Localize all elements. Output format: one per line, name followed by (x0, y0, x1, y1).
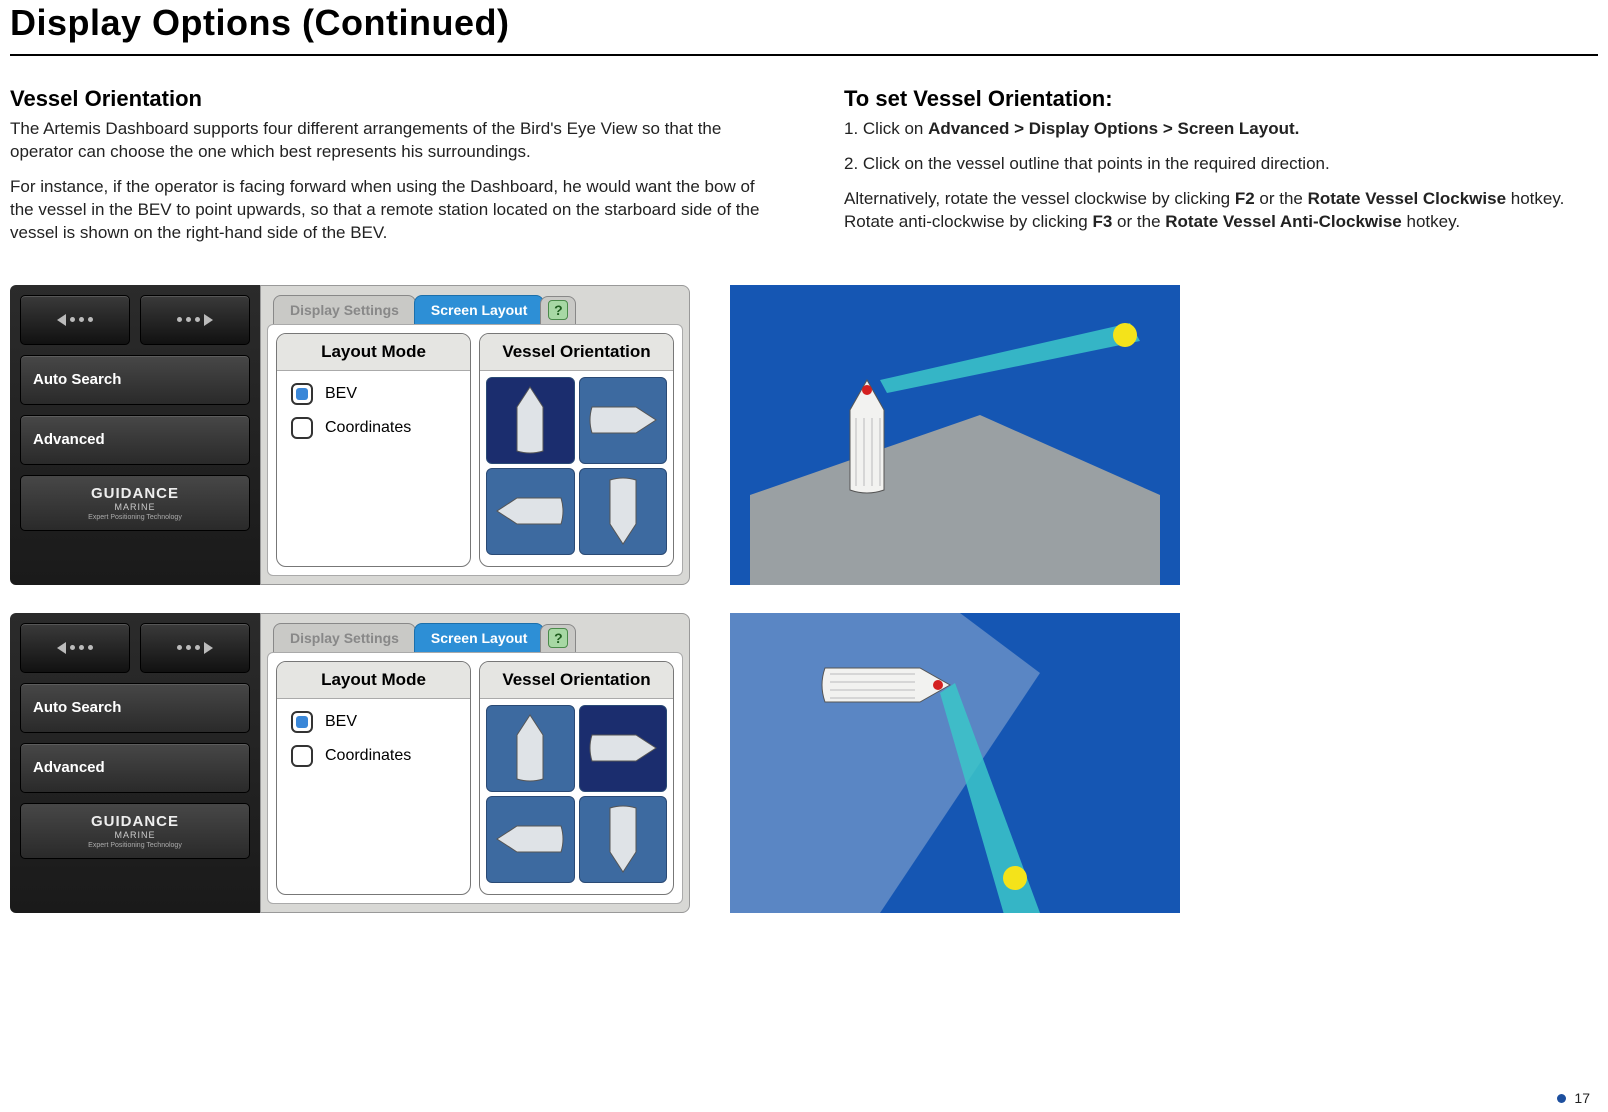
help-button[interactable]: ? (540, 624, 576, 652)
option-bev-label: BEV (325, 385, 357, 403)
hotkey-acw: Rotate Vessel Anti-Clockwise (1165, 212, 1402, 231)
alt-or1: or the (1255, 189, 1308, 208)
radio-unchecked-icon (291, 745, 313, 767)
tab-display-settings[interactable]: Display Settings (273, 295, 416, 324)
chevron-left-icon (57, 642, 66, 654)
option-bev-label: BEV (325, 713, 357, 731)
page-title: Display Options (Continued) (10, 0, 1598, 54)
help-icon: ? (548, 628, 568, 648)
layout-mode-card: Layout Mode BEV Coordinates (276, 661, 471, 895)
orientation-left[interactable] (486, 468, 575, 555)
hotkey-cw: Rotate Vessel Clockwise (1308, 189, 1506, 208)
advanced-button[interactable]: Advanced (20, 415, 250, 465)
page-footer: 17 (1557, 1090, 1590, 1106)
orientation-up[interactable] (486, 377, 575, 464)
next-button[interactable] (140, 295, 250, 345)
logo-tag: Expert Positioning Technology (88, 842, 182, 849)
prev-button[interactable] (20, 623, 130, 673)
guidance-marine-logo[interactable]: GUIDANCE MARINE Expert Positioning Techn… (20, 803, 250, 859)
radio-checked-icon (291, 383, 313, 405)
tab-display-settings[interactable]: Display Settings (273, 623, 416, 652)
advanced-button[interactable]: Advanced (20, 743, 250, 793)
layout-mode-heading: Layout Mode (277, 334, 470, 371)
screenshot-row-1: Auto Search Advanced GUIDANCE MARINE Exp… (10, 285, 1598, 585)
vessel-orientation-heading: Vessel Orientation (480, 334, 673, 371)
orientation-right[interactable] (579, 377, 668, 464)
logo-tag: Expert Positioning Technology (88, 514, 182, 521)
vessel-orientation-card: Vessel Orientation (479, 661, 674, 895)
step1-path: Advanced > Display Options > Screen Layo… (928, 119, 1299, 138)
logo-sub: MARINE (114, 502, 155, 512)
set-orientation-heading: To set Vessel Orientation: (844, 86, 1598, 112)
alternative-text: Alternatively, rotate the vessel clockwi… (844, 188, 1598, 234)
auto-search-button[interactable]: Auto Search (20, 355, 250, 405)
chevron-right-icon (204, 314, 213, 326)
vessel-orientation-heading: Vessel Orientation (480, 662, 673, 699)
page-number: 17 (1574, 1090, 1590, 1106)
key-f3: F3 (1092, 212, 1112, 231)
settings-panel: Display Settings Screen Layout ? Layout … (260, 613, 690, 913)
tab-screen-layout[interactable]: Screen Layout (414, 623, 544, 652)
next-button[interactable] (140, 623, 250, 673)
orientation-down[interactable] (579, 468, 668, 555)
option-coords-label: Coordinates (325, 747, 411, 765)
tab-screen-layout[interactable]: Screen Layout (414, 295, 544, 324)
vessel-orientation-heading: Vessel Orientation (10, 86, 764, 112)
guidance-marine-logo[interactable]: GUIDANCE MARINE Expert Positioning Techn… (20, 475, 250, 531)
key-f2: F2 (1235, 189, 1255, 208)
step1-prefix: 1. Click on (844, 119, 928, 138)
side-panel: Auto Search Advanced GUIDANCE MARINE Exp… (10, 613, 260, 913)
bev-view-up (730, 285, 1180, 585)
option-coordinates[interactable]: Coordinates (291, 745, 456, 767)
screenshot-row-2: Auto Search Advanced GUIDANCE MARINE Exp… (10, 613, 1598, 913)
title-rule (10, 54, 1598, 56)
chevron-left-icon (57, 314, 66, 326)
help-icon: ? (548, 300, 568, 320)
option-coordinates[interactable]: Coordinates (291, 417, 456, 439)
logo-main: GUIDANCE (91, 485, 179, 502)
intro-paragraph-1: The Artemis Dashboard supports four diff… (10, 118, 764, 164)
left-column: Vessel Orientation The Artemis Dashboard… (10, 86, 764, 257)
logo-sub: MARINE (114, 830, 155, 840)
vessel-orientation-card: Vessel Orientation (479, 333, 674, 567)
option-bev[interactable]: BEV (291, 383, 456, 405)
orientation-up[interactable] (486, 705, 575, 792)
option-bev[interactable]: BEV (291, 711, 456, 733)
settings-panel: Display Settings Screen Layout ? Layout … (260, 285, 690, 585)
side-panel: Auto Search Advanced GUIDANCE MARINE Exp… (10, 285, 260, 585)
orientation-left[interactable] (486, 796, 575, 883)
alt-or2: or the (1112, 212, 1165, 231)
ui-screenshot-1: Auto Search Advanced GUIDANCE MARINE Exp… (10, 285, 690, 585)
layout-mode-heading: Layout Mode (277, 662, 470, 699)
orientation-right[interactable] (579, 705, 668, 792)
prev-button[interactable] (20, 295, 130, 345)
option-coords-label: Coordinates (325, 419, 411, 437)
step-1: 1. Click on Advanced > Display Options >… (844, 118, 1598, 141)
help-button[interactable]: ? (540, 296, 576, 324)
ui-screenshot-2: Auto Search Advanced GUIDANCE MARINE Exp… (10, 613, 690, 913)
chevron-right-icon (204, 642, 213, 654)
auto-search-button[interactable]: Auto Search (20, 683, 250, 733)
logo-main: GUIDANCE (91, 813, 179, 830)
footer-bullet-icon (1557, 1094, 1566, 1103)
radio-checked-icon (291, 711, 313, 733)
alt-part1: Alternatively, rotate the vessel clockwi… (844, 189, 1235, 208)
right-column: To set Vessel Orientation: 1. Click on A… (844, 86, 1598, 257)
alt-end: hotkey. (1402, 212, 1460, 231)
orientation-down[interactable] (579, 796, 668, 883)
bev-view-right (730, 613, 1180, 913)
step-2: 2. Click on the vessel outline that poin… (844, 153, 1598, 176)
intro-paragraph-2: For instance, if the operator is facing … (10, 176, 764, 245)
layout-mode-card: Layout Mode BEV Coordinates (276, 333, 471, 567)
radio-unchecked-icon (291, 417, 313, 439)
